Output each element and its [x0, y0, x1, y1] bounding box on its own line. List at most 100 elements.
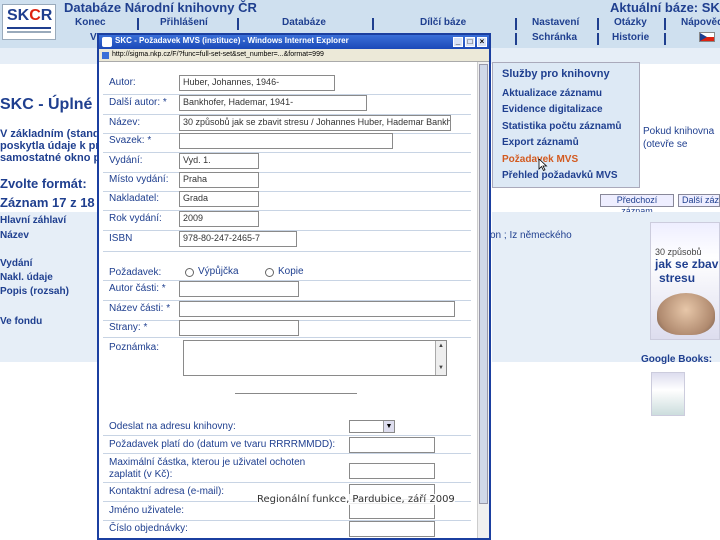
- record-label: Název: [0, 230, 29, 241]
- nav-dilci-baze[interactable]: Dílčí báze: [420, 17, 466, 31]
- maximize-icon[interactable]: □: [465, 37, 475, 47]
- nav-otazky[interactable]: Otázky: [614, 17, 647, 31]
- nakladatel-input[interactable]: Grada: [179, 191, 259, 207]
- minimize-icon[interactable]: _: [453, 37, 463, 47]
- rok-vydani-input[interactable]: 2009: [179, 211, 259, 227]
- nazev-casti-input[interactable]: [179, 301, 455, 317]
- cover-face-illustration: [657, 293, 715, 335]
- address-url: http://sigma.nkp.cz/F/?func=full-set-set…: [112, 51, 324, 58]
- nav-historie[interactable]: Historie: [612, 32, 649, 46]
- service-link-export[interactable]: Export záznamů: [502, 137, 579, 148]
- nav-napoveda[interactable]: Nápověda: [681, 17, 720, 31]
- popup-titlebar[interactable]: SKC - Požadavek MVS (instituce) - Window…: [99, 35, 489, 49]
- library-address-select[interactable]: ▼: [349, 420, 395, 433]
- scrollbar-thumb[interactable]: [479, 64, 488, 504]
- field-label-max-castka: Maximální částka, kterou je uživatel och…: [109, 457, 306, 468]
- service-link-aktualizace[interactable]: Aktualizace záznamu: [502, 88, 602, 99]
- language-note: on ; Iz německého: [490, 230, 572, 241]
- isbn-input[interactable]: 978-80-247-2465-7: [179, 231, 297, 247]
- nav-schranka[interactable]: Schránka: [532, 32, 577, 46]
- record-label: Ve fondu: [0, 316, 43, 327]
- field-label-nazev: Název:: [109, 117, 141, 128]
- nav-prihlaseni[interactable]: Přihlášení: [160, 17, 208, 31]
- popup-title: SKC - Požadavek MVS (instituce) - Window…: [115, 36, 349, 45]
- field-label-jmeno: Jméno uživatele:: [109, 505, 185, 516]
- record-label: Popis (rozsah): [0, 286, 69, 297]
- format-heading: Zvolte formát:: [0, 176, 87, 191]
- right-text: Pokud knihovna: [643, 126, 715, 137]
- nav-separator: [664, 18, 666, 30]
- field-label-odeslat: Odeslat na adresu knihovny:: [109, 421, 236, 432]
- intro-text: samostatné okno pr: [0, 152, 105, 164]
- radio-vypujcka[interactable]: [185, 268, 194, 277]
- misto-vydani-input[interactable]: Praha: [179, 172, 259, 188]
- popup-scrollbar[interactable]: [477, 62, 489, 538]
- field-label-nakladatel: Nakladatel:: [109, 193, 160, 204]
- nav-separator: [372, 18, 374, 30]
- radio-label-vypujcka: Výpůjčka: [198, 266, 239, 277]
- field-label-svazek: Svazek: *: [109, 135, 152, 146]
- textarea-scrollbar[interactable]: ▲ ▼: [435, 341, 446, 375]
- mouse-pointer-icon: [538, 159, 548, 171]
- user-name-input[interactable]: [349, 503, 435, 519]
- english-flag-icon[interactable]: [699, 32, 715, 42]
- row-divider: [103, 337, 471, 338]
- scroll-down-icon[interactable]: ▼: [438, 365, 444, 371]
- nav-v[interactable]: V: [90, 32, 97, 46]
- nav-separator: [664, 33, 666, 45]
- library-services-heading: Služby pro knihovny: [502, 68, 610, 80]
- page-icon: [102, 52, 109, 59]
- page-heading: SKC - Úplné: [0, 96, 93, 113]
- next-record-button[interactable]: Další zázn: [678, 194, 720, 207]
- section-divider: [235, 393, 357, 394]
- field-label-autor-casti: Autor části: *: [109, 283, 166, 294]
- row-divider: [103, 152, 471, 153]
- nav-konec[interactable]: Konec: [75, 17, 106, 31]
- nav-databaze[interactable]: Databáze: [282, 17, 326, 31]
- field-label-platnost: Požadavek platí do (datum ve tvaru RRRRM…: [109, 439, 336, 450]
- autor-casti-input[interactable]: [179, 281, 299, 297]
- close-icon[interactable]: ×: [477, 37, 487, 47]
- cover-text: stresu: [659, 271, 696, 285]
- autor-input[interactable]: Huber, Johannes, 1946-: [179, 75, 335, 91]
- nav-separator: [597, 33, 599, 45]
- nav-separator: [597, 18, 599, 30]
- record-label: Nakl. údaje: [0, 272, 53, 283]
- field-label-strany: Strany: *: [109, 322, 148, 333]
- previous-record-button[interactable]: Předchozí záznam: [600, 194, 674, 216]
- order-number-input[interactable]: [349, 521, 435, 537]
- row-divider: [103, 210, 471, 211]
- nav-nastaveni[interactable]: Nastavení: [532, 17, 579, 31]
- valid-until-input[interactable]: [349, 437, 435, 453]
- request-type-label: Požadavek:: [109, 267, 162, 278]
- radio-kopie[interactable]: [265, 268, 274, 277]
- field-label-isbn: ISBN: [109, 233, 133, 244]
- nav-separator: [237, 18, 239, 30]
- nazev-input[interactable]: 30 způsobů jak se zbavit stresu / Johann…: [179, 115, 451, 131]
- chevron-down-icon: ▼: [383, 421, 394, 432]
- svazek-input[interactable]: [179, 133, 393, 149]
- cover-text: 30 způsobů: [655, 247, 702, 257]
- address-bar[interactable]: http://sigma.nkp.cz/F/?func=full-set-set…: [99, 49, 489, 62]
- nav-separator: [137, 18, 139, 30]
- max-amount-input[interactable]: [349, 463, 435, 479]
- dalsi-autor-input[interactable]: Bankhofer, Hademar, 1941-: [179, 95, 367, 111]
- mvs-request-popup-window: SKC - Požadavek MVS (instituce) - Window…: [97, 33, 491, 540]
- field-label-poznamka: Poznámka:: [109, 342, 160, 353]
- site-title: Databáze Národní knihovny ČR: [64, 0, 257, 15]
- field-label-nazev-casti: Název části: *: [109, 303, 171, 314]
- strany-input[interactable]: [179, 320, 299, 336]
- service-link-statistika[interactable]: Statistika počtu záznamů: [502, 121, 621, 132]
- google-books-cover-thumbnail[interactable]: [651, 372, 685, 416]
- service-link-evidence[interactable]: Evidence digitalizace: [502, 104, 603, 115]
- service-link-prehled-mvs[interactable]: Přehled požadavků MVS: [502, 170, 618, 181]
- book-cover-image[interactable]: 30 způsobů jak se zbavit stresu: [650, 222, 720, 340]
- field-label-rok-vydani: Rok vydání:: [109, 213, 162, 224]
- vydani-input[interactable]: Vyd. 1.: [179, 153, 259, 169]
- scroll-up-icon[interactable]: ▲: [438, 343, 444, 349]
- nav-separator: [515, 18, 517, 30]
- intro-text: V základním (standa: [0, 128, 106, 140]
- poznamka-textarea[interactable]: [183, 340, 447, 376]
- field-label-kontakt: Kontaktní adresa (e-mail):: [109, 486, 225, 497]
- ie-icon: [102, 37, 112, 47]
